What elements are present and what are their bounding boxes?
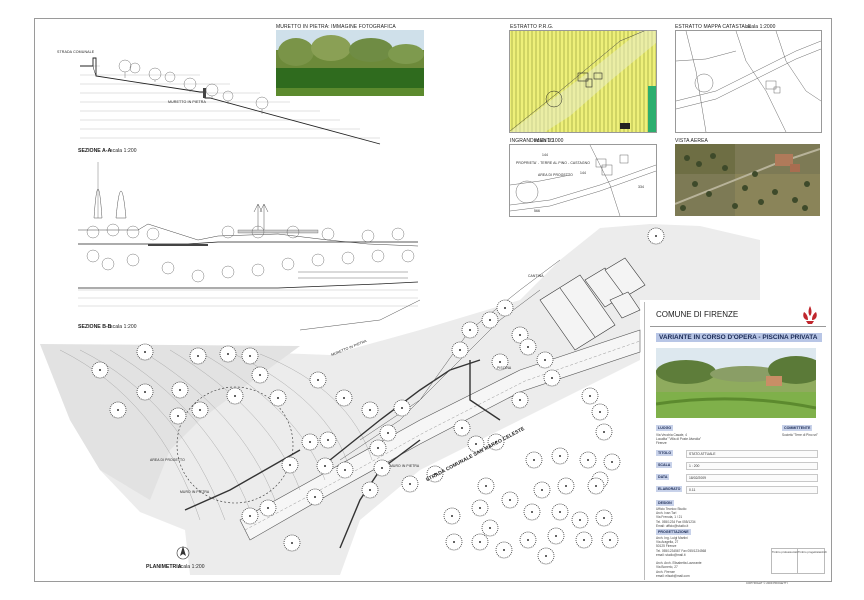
tree-symbol xyxy=(525,451,543,469)
scala-key: SCALA xyxy=(656,462,673,468)
tree-symbol xyxy=(575,531,593,549)
tree-symbol xyxy=(109,401,127,419)
progettazione-key: PROGETTAZIONE xyxy=(656,529,691,535)
tree-symbol xyxy=(481,519,499,537)
tree-symbol xyxy=(471,499,489,517)
tree-symbol xyxy=(536,351,554,369)
tree-symbol xyxy=(511,391,529,409)
tree-symbol xyxy=(581,387,599,405)
tree-symbol xyxy=(451,341,469,359)
garage-label-2: PISCINA xyxy=(497,366,512,370)
project-title: VARIANTE IN CORSO D'OPERA - PISCINA PRIV… xyxy=(656,333,822,342)
tree-symbol xyxy=(241,347,259,365)
tree-symbol xyxy=(471,533,489,551)
tree-symbol xyxy=(401,475,419,493)
site-photo xyxy=(656,348,816,418)
tree-symbol xyxy=(259,499,277,517)
copyright: COPYRIGHT © 2009 PROGETTI xyxy=(746,581,788,585)
tree-symbol xyxy=(595,423,613,441)
tree-symbol xyxy=(579,451,597,469)
tree-symbol xyxy=(571,511,589,529)
design-key: DESIGN xyxy=(656,500,674,506)
tree-symbol xyxy=(226,387,244,405)
tree-symbol xyxy=(587,477,605,495)
tree-symbol xyxy=(496,299,514,317)
tree-symbol xyxy=(501,491,519,509)
tree-symbol xyxy=(443,507,461,525)
florence-lily-logo xyxy=(803,306,817,324)
muro-pietra-label-2: MURO IN PIETRA xyxy=(390,464,420,468)
tree-symbol xyxy=(551,447,569,465)
progettazione-text: Arch. Ing. Luigi Martini Via Aragella, 2… xyxy=(656,536,707,578)
committente-text: Società "Terre di Pino srl" xyxy=(782,433,818,437)
tree-symbol xyxy=(301,433,319,451)
comune-title: COMUNE DI FIRENZE xyxy=(656,310,739,319)
tree-symbol xyxy=(361,401,379,419)
tree-symbol xyxy=(319,431,337,449)
tree-symbol xyxy=(369,439,387,457)
tree-symbol xyxy=(519,338,537,356)
titolo-value: STATO ATTUALE xyxy=(686,450,818,458)
tree-symbol xyxy=(136,343,154,361)
tree-symbol xyxy=(595,509,613,527)
luogo-text: Via Vecchia Casale, 4 Localita' "Villa d… xyxy=(656,433,701,446)
tree-symbol xyxy=(191,401,209,419)
tree-symbol xyxy=(309,371,327,389)
tree-symbol xyxy=(461,321,479,339)
tree-symbol xyxy=(136,383,154,401)
tree-symbol xyxy=(316,457,334,475)
tree-symbol xyxy=(91,361,109,379)
firma-1: Timbro professionisti xyxy=(772,550,798,554)
luogo-key: LUOGO xyxy=(656,425,674,431)
tree-symbol xyxy=(251,366,269,384)
tree-symbol xyxy=(361,481,379,499)
area-progetto-label: AREA DI PROGETTO xyxy=(150,458,185,462)
tree-symbol xyxy=(283,534,301,552)
tree-symbol xyxy=(495,541,513,559)
tree-symbol xyxy=(219,345,237,363)
tree-symbol xyxy=(477,477,495,495)
elaborato-key: ELABORATO xyxy=(656,486,683,492)
tree-symbol xyxy=(543,369,561,387)
tree-symbol xyxy=(379,424,397,442)
tree-symbol xyxy=(373,459,391,477)
scala-value: 1 : 200 xyxy=(686,462,818,470)
tree-symbol xyxy=(335,389,353,407)
tree-symbol xyxy=(453,419,471,437)
planimetria-scale: scala 1:200 xyxy=(178,564,205,570)
tree-symbol xyxy=(537,547,555,565)
muro-pietra-label: MURO IN PIETRA xyxy=(180,490,210,494)
tree-symbol xyxy=(601,531,619,549)
tree-symbol xyxy=(551,503,569,521)
tree-symbol xyxy=(169,407,187,425)
tree-symbol xyxy=(591,403,609,421)
design-text: Ufficio Tecnico Studio Arch. Ivan Tori V… xyxy=(656,507,696,528)
tree-symbol xyxy=(647,227,665,245)
tree-symbol xyxy=(189,347,207,365)
data-value: 18/02/2009 xyxy=(686,474,818,482)
titolo-key: TITOLO xyxy=(656,450,674,456)
elaborato-value: 0.11 xyxy=(686,486,818,494)
firma-2: Timbro progettista/Arch xyxy=(798,550,827,554)
committente-key: COMMITTENTE xyxy=(782,425,813,431)
tree-symbol xyxy=(336,461,354,479)
data-key: DATA xyxy=(656,474,670,480)
tree-symbol xyxy=(241,507,259,525)
tree-symbol xyxy=(557,477,575,495)
tree-symbol xyxy=(306,488,324,506)
tree-symbol xyxy=(533,481,551,499)
tree-symbol xyxy=(281,456,299,474)
tree-symbol xyxy=(547,527,565,545)
tree-symbol xyxy=(519,531,537,549)
tree-symbol xyxy=(523,503,541,521)
tree-symbol xyxy=(171,381,189,399)
tree-symbol xyxy=(481,311,499,329)
tree-symbol xyxy=(603,453,621,471)
tree-symbol xyxy=(445,533,463,551)
title-divider xyxy=(650,326,826,327)
planimetria-title: PLANIMETRIA xyxy=(146,564,182,570)
garage-label: CANTINA xyxy=(528,274,544,278)
tree-symbol xyxy=(269,389,287,407)
tree-symbol xyxy=(393,399,411,417)
